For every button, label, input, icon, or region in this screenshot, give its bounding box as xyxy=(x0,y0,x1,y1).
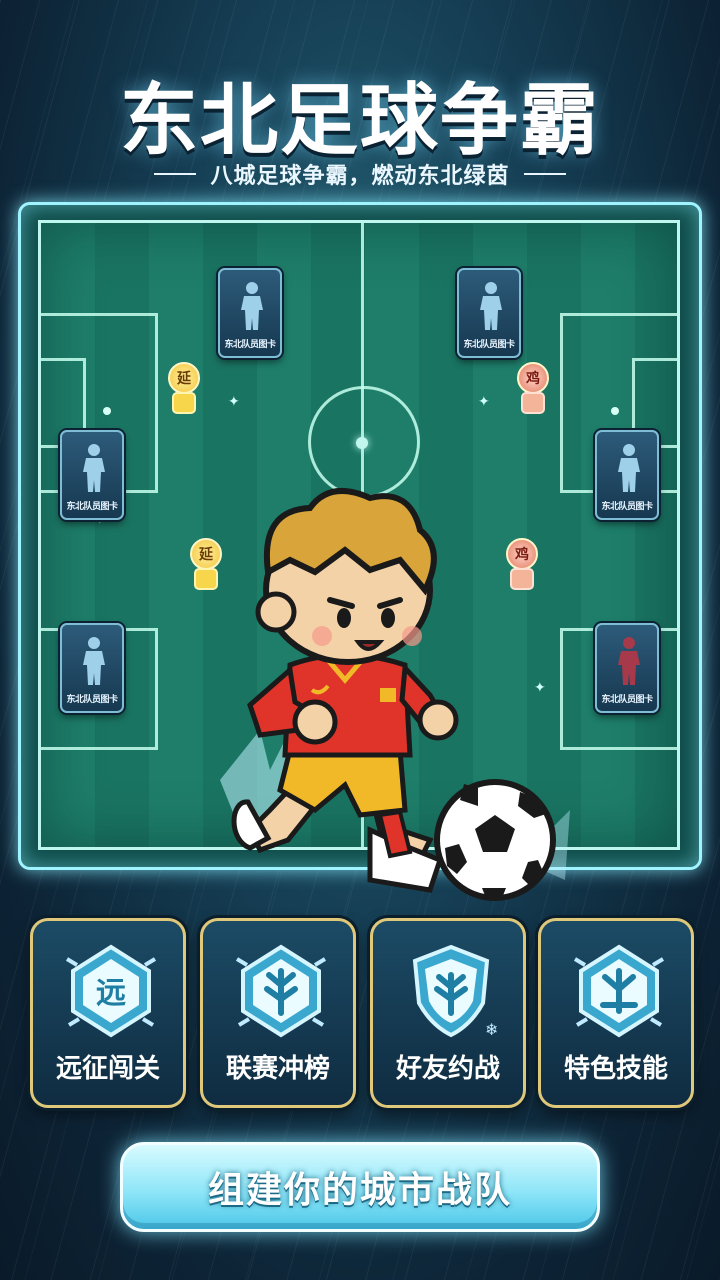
player-card[interactable]: 东北队员图卡 xyxy=(595,430,659,520)
player-silhouette-icon xyxy=(83,637,105,685)
player-card[interactable]: 东北队员图卡 xyxy=(218,268,282,358)
subtitle-row: 八城足球争霸，燃动东北绿茵 xyxy=(0,158,720,190)
svg-text:❄: ❄ xyxy=(485,1020,498,1039)
player-silhouette-icon xyxy=(618,444,640,492)
feature-league-button[interactable]: 联赛冲榜 xyxy=(200,918,356,1108)
game-title: 东北足球争霸 xyxy=(119,76,600,166)
right-penalty-spot xyxy=(611,407,619,415)
city-token[interactable]: 鸡 xyxy=(513,362,553,418)
subtitle-divider-right xyxy=(523,173,566,175)
player-silhouette-icon xyxy=(480,282,502,330)
sparkle-icon: ✦ xyxy=(478,394,490,410)
soccer-player-character xyxy=(220,488,570,901)
city-token-base xyxy=(194,568,218,590)
player-card[interactable]: 东北队员图卡 xyxy=(60,623,124,713)
subtitle-divider-left xyxy=(154,173,197,175)
feature-friends-battle-button[interactable]: ❄ 好友约战 xyxy=(370,918,526,1108)
left-penalty-spot xyxy=(103,407,111,415)
build-team-button[interactable]: 组建你的城市战队 xyxy=(120,1142,600,1232)
player-card[interactable]: 东北队员图卡 xyxy=(595,623,659,713)
player-card-name: 东北队员图卡 xyxy=(463,340,515,350)
feature-label: 远征闯关 xyxy=(55,1054,160,1084)
player-silhouette-icon xyxy=(618,637,640,685)
expedition-emblem-text: 远 xyxy=(96,976,126,1011)
expedition-icon: 远 xyxy=(65,944,157,1038)
player-card-name: 东北队员图卡 xyxy=(66,502,118,512)
sparkle-icon: ✦ xyxy=(228,394,240,410)
city-token-badge: 鸡 xyxy=(517,362,549,394)
player-card-name: 东北队员图卡 xyxy=(66,695,118,705)
player-card-name: 东北队员图卡 xyxy=(601,695,653,705)
player-silhouette-icon xyxy=(241,282,263,330)
feature-skill-button[interactable]: 特色技能 xyxy=(538,918,694,1108)
player-card[interactable]: 东北队员图卡 xyxy=(60,430,124,520)
player-card-name: 东北队员图卡 xyxy=(601,502,653,512)
city-token-badge: 延 xyxy=(190,538,222,570)
center-spot xyxy=(356,437,368,449)
feature-label: 特色技能 xyxy=(563,1054,668,1084)
player-card-name: 东北队员图卡 xyxy=(224,340,276,350)
player-card[interactable]: 东北队员图卡 xyxy=(457,268,521,358)
feature-label: 好友约战 xyxy=(395,1054,500,1084)
friends-battle-icon: ❄ xyxy=(412,944,498,1039)
city-token-base xyxy=(172,392,196,414)
city-token-base xyxy=(521,392,545,414)
feature-expedition-button[interactable]: 远 远征闯关 xyxy=(30,918,186,1108)
feature-label: 联赛冲榜 xyxy=(225,1054,330,1084)
city-token[interactable]: 延 xyxy=(164,362,204,418)
league-icon xyxy=(235,944,327,1038)
player-silhouette-icon xyxy=(83,444,105,492)
game-subtitle: 八城足球争霸，燃动东北绿茵 xyxy=(210,164,510,189)
city-token-badge: 延 xyxy=(168,362,200,394)
skill-icon xyxy=(573,944,665,1038)
